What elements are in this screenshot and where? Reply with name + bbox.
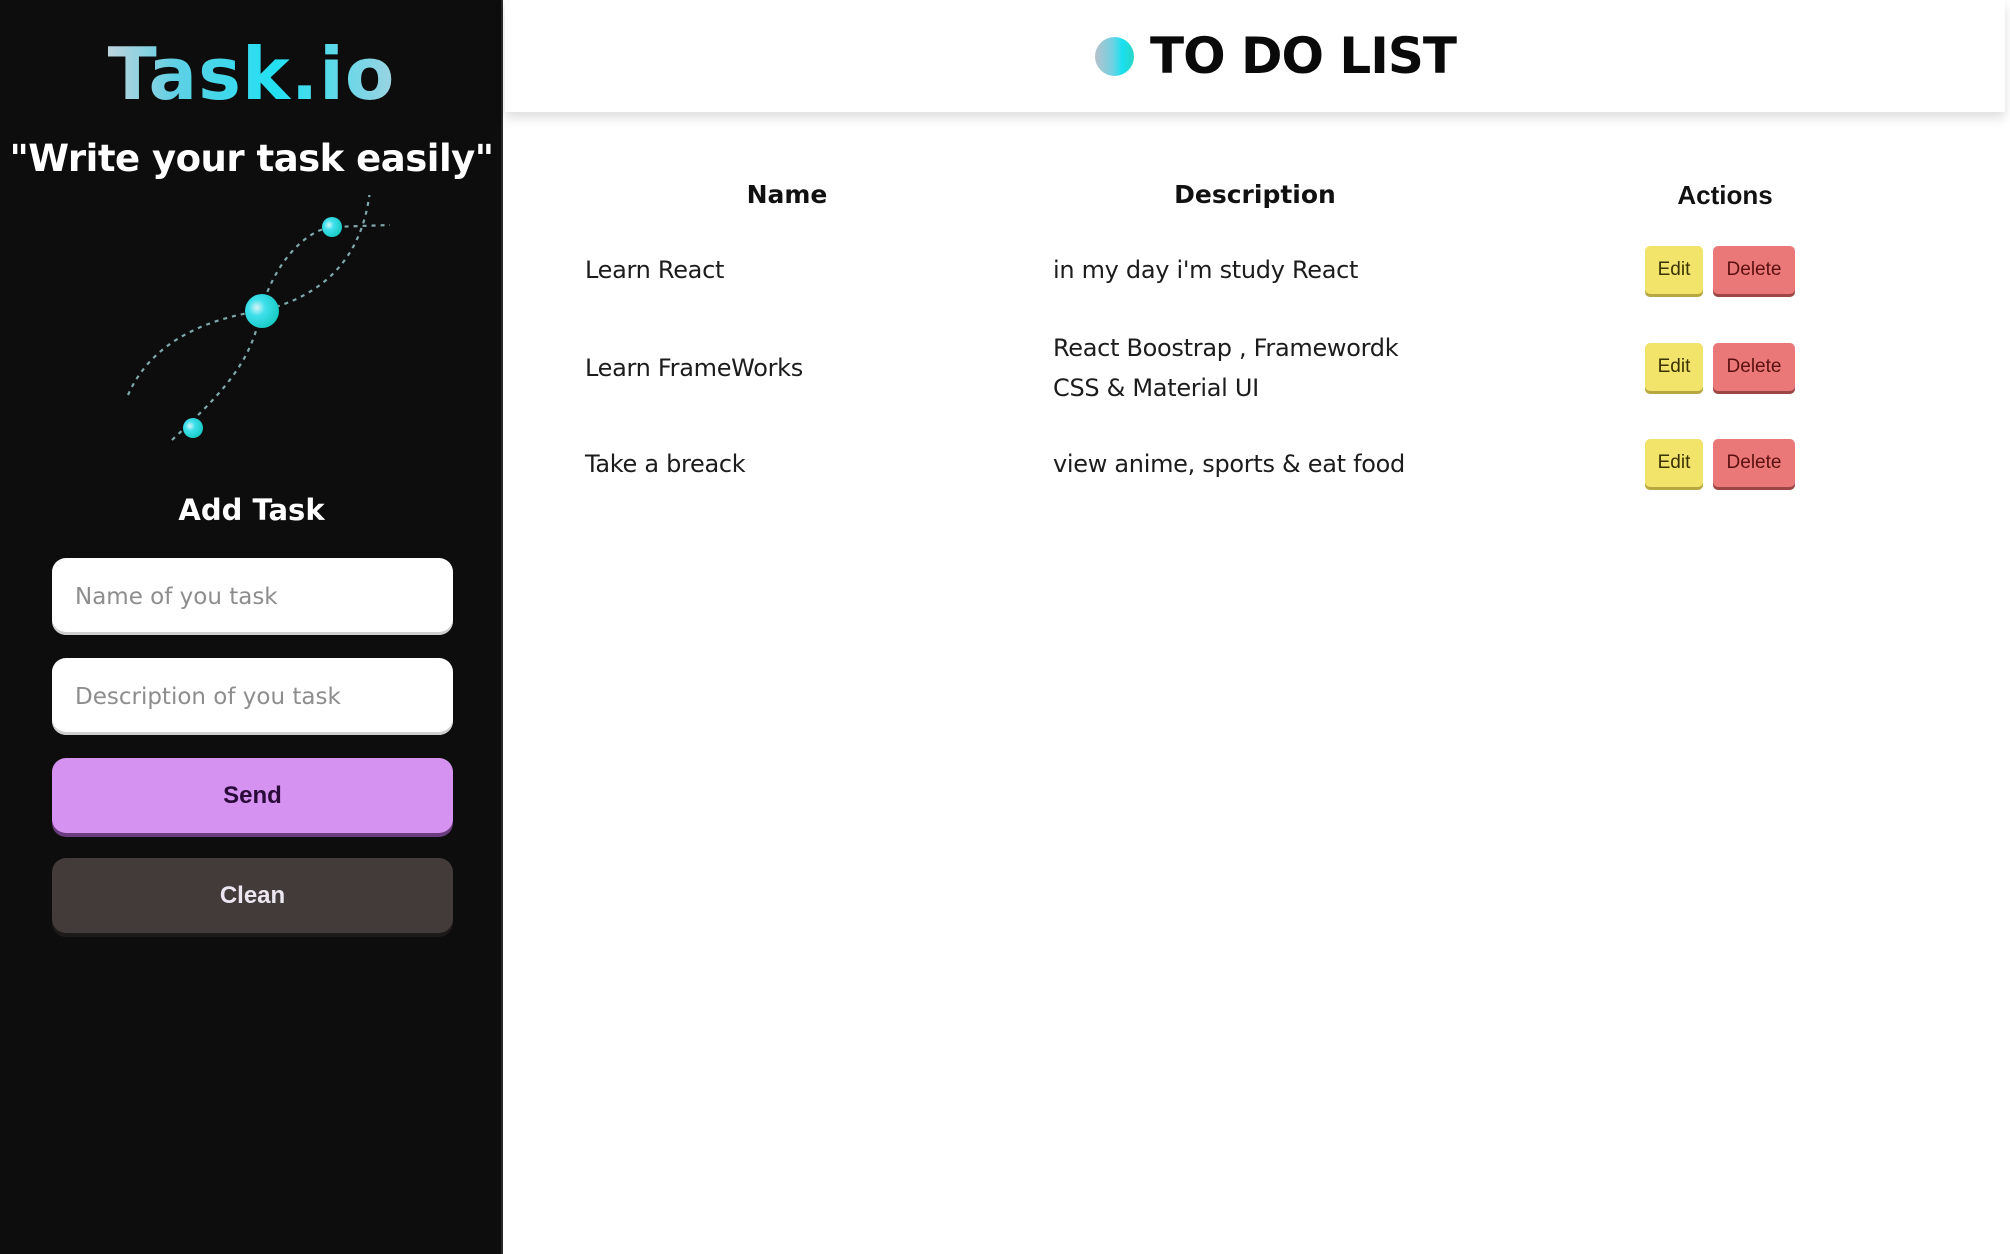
orbit-dots-illustration-icon <box>126 195 391 441</box>
column-header-actions: Actions <box>1677 180 1773 210</box>
task-description-input[interactable] <box>52 658 453 735</box>
large-dot <box>245 294 279 328</box>
task-description-cell: in my day i'm study React <box>1053 256 1359 284</box>
task-name-cell: Take a breack <box>585 450 746 478</box>
delete-button[interactable]: Delete <box>1713 439 1795 487</box>
page-title: TO DO LIST <box>1150 27 1457 85</box>
top-dot <box>322 217 342 237</box>
task-name-cell: Learn React <box>585 256 725 284</box>
delete-button[interactable]: Delete <box>1713 343 1795 391</box>
task-description-cell: React Boostrap , Framewordk <box>1053 334 1399 362</box>
bottom-dot <box>183 418 203 438</box>
gradient-dot-icon <box>1095 37 1134 76</box>
task-name-input[interactable] <box>52 558 453 635</box>
clean-button[interactable]: Clean <box>52 858 453 933</box>
sidebar: Task.io "Write your task easily" Add Tas… <box>0 0 503 1254</box>
column-header-description: Description <box>1174 180 1336 209</box>
column-header-name: Name <box>746 180 828 209</box>
task-description-cell: view anime, sports & eat food <box>1053 450 1405 478</box>
delete-button[interactable]: Delete <box>1713 246 1795 294</box>
task-description-cell-line-2: CSS & Material UI <box>1053 374 1259 402</box>
dashed-orbit-path <box>171 223 391 441</box>
brand-logo: Task.io <box>0 28 503 120</box>
task-name-cell: Learn FrameWorks <box>585 354 803 382</box>
tagline: "Write your task easily" <box>9 137 494 180</box>
send-button[interactable]: Send <box>52 758 453 833</box>
edit-button[interactable]: Edit <box>1645 246 1703 294</box>
add-task-title: Add Task <box>178 493 325 527</box>
edit-button[interactable]: Edit <box>1645 439 1703 487</box>
edit-button[interactable]: Edit <box>1645 343 1703 391</box>
